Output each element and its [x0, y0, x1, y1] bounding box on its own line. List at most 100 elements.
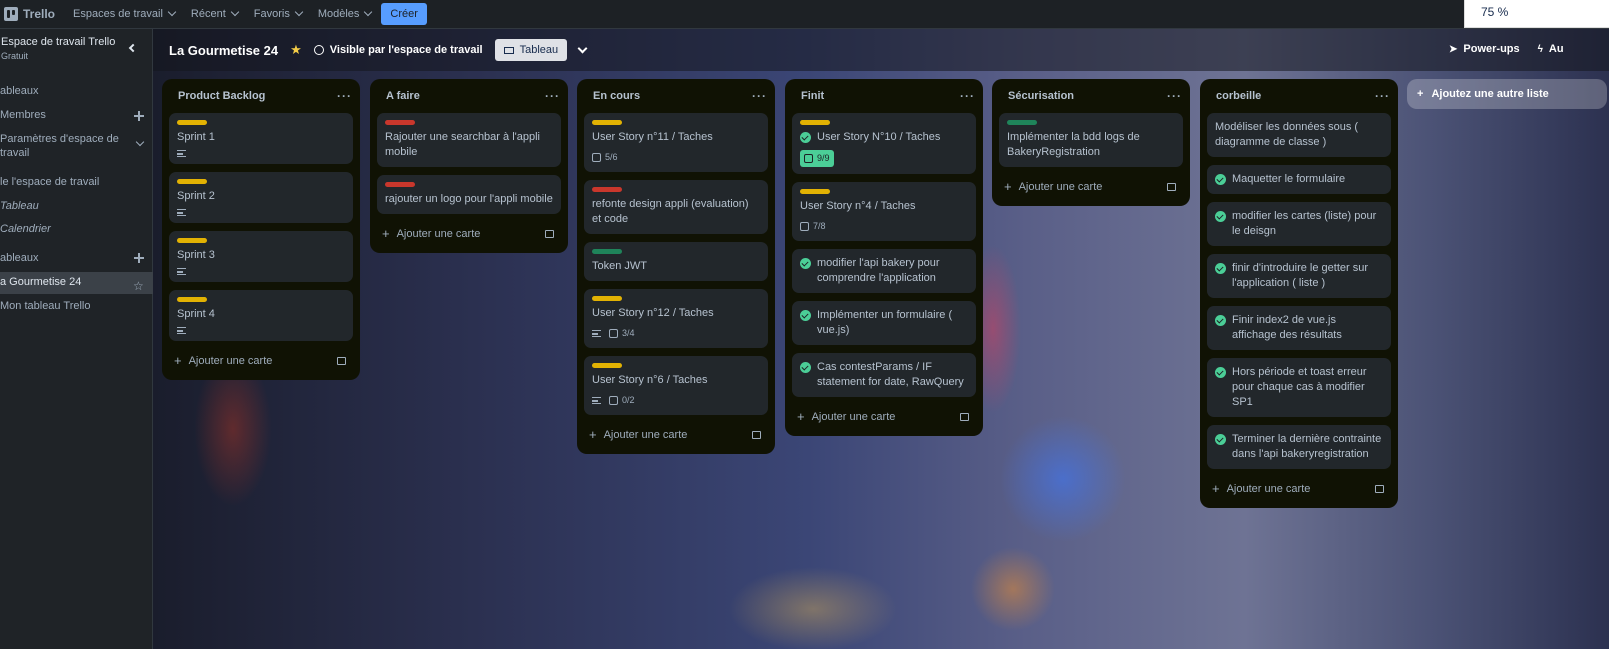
nav-templates[interactable]: Modèles: [318, 7, 373, 20]
add-card-button[interactable]: + Ajouter une carte: [382, 226, 480, 241]
card-title: refonte design appli (evaluation) et cod…: [592, 198, 749, 225]
checklist-icon: [800, 222, 809, 231]
more-options-icon[interactable]: ···: [1167, 89, 1182, 103]
template-icon[interactable]: [337, 356, 346, 365]
card[interactable]: Maquetter le formulaire: [1207, 165, 1391, 194]
sidebar-item-table-view[interactable]: Tableau: [0, 200, 39, 212]
more-options-icon[interactable]: ···: [960, 89, 975, 103]
card-title-row: Terminer la dernière contrainte dans l'a…: [1215, 432, 1383, 462]
sidebar-item-settings-line2: travail: [0, 147, 30, 159]
more-options-icon[interactable]: ···: [1375, 89, 1390, 103]
card[interactable]: Finir index2 de vue.js affichage des rés…: [1207, 306, 1391, 350]
automation-button[interactable]: ϟ Au: [1538, 43, 1564, 55]
powerups-button[interactable]: ➤ Power-ups: [1449, 43, 1520, 55]
card[interactable]: finir d'introduire le getter sur l'appli…: [1207, 254, 1391, 298]
card[interactable]: User Story n°6 / Taches 0/2: [584, 356, 768, 415]
description-icon: [592, 330, 601, 337]
card[interactable]: Terminer la dernière contrainte dans l'a…: [1207, 425, 1391, 469]
card-title: Modéliser les données sous ( diagramme d…: [1215, 121, 1359, 148]
create-button[interactable]: Créer: [381, 3, 427, 25]
card[interactable]: User Story n°12 / Taches 3/4: [584, 289, 768, 348]
view-switcher-button[interactable]: Tableau: [494, 39, 568, 61]
card[interactable]: Cas contestParams / IF statement for dat…: [792, 353, 976, 397]
check-circle-icon[interactable]: [800, 258, 811, 269]
star-icon[interactable]: ★: [290, 42, 302, 58]
check-circle-icon[interactable]: [1215, 174, 1226, 185]
sidebar-item-settings[interactable]: Paramètres d'espace de: [0, 133, 119, 145]
card[interactable]: Sprint 4: [169, 290, 353, 341]
add-member-icon[interactable]: [134, 111, 144, 121]
star-outline-icon[interactable]: ☆: [133, 279, 144, 293]
card[interactable]: modifier l'api bakery pour comprendre l'…: [792, 249, 976, 293]
check-circle-icon[interactable]: [1215, 434, 1226, 445]
people-icon: [313, 45, 324, 55]
template-icon[interactable]: [1375, 484, 1384, 493]
card-title-row: Hors période et toast erreur pour chaque…: [1215, 365, 1383, 410]
board-title[interactable]: La Gourmetise 24: [169, 43, 278, 58]
list-title[interactable]: Sécurisation: [1008, 90, 1074, 102]
card[interactable]: User Story n°4 / Taches 7/8: [792, 182, 976, 241]
check-circle-icon[interactable]: [1215, 263, 1226, 274]
check-circle-icon[interactable]: [800, 310, 811, 321]
list-title[interactable]: Finit: [801, 90, 824, 102]
card[interactable]: Sprint 3: [169, 231, 353, 282]
visibility-button[interactable]: Visible par l'espace de travail: [313, 44, 483, 56]
list-title[interactable]: Product Backlog: [178, 90, 265, 102]
template-icon[interactable]: [752, 430, 761, 439]
card[interactable]: modifier les cartes (liste) pour le deis…: [1207, 202, 1391, 246]
nav-workspaces[interactable]: Espaces de travail: [73, 7, 177, 20]
card[interactable]: Rajouter une searchbar à l'appli mobile: [377, 113, 561, 167]
card-title: Sprint 4: [177, 308, 215, 320]
sidebar-item-workspace-views: le l'espace de travail: [0, 176, 100, 188]
card-title: finir d'introduire le getter sur l'appli…: [1232, 262, 1368, 289]
template-icon[interactable]: [1167, 182, 1176, 191]
add-list-button[interactable]: + Ajoutez une autre liste: [1407, 79, 1607, 109]
more-options-icon[interactable]: ···: [337, 89, 352, 103]
add-card-button[interactable]: + Ajouter une carte: [797, 409, 895, 424]
sidebar-item-boards[interactable]: ableaux: [0, 85, 39, 97]
sidebar-item-board-mon-tableau[interactable]: Mon tableau Trello: [0, 300, 91, 312]
add-card-button[interactable]: + Ajouter une carte: [1212, 481, 1310, 496]
chevron-down-icon[interactable]: [135, 137, 145, 147]
list-header: Sécurisation ···: [992, 87, 1190, 105]
card-title: Sprint 1: [177, 131, 215, 143]
list-footer: + Ajouter une carte: [785, 405, 983, 436]
sidebar-item-members[interactable]: Membres: [0, 109, 46, 121]
card[interactable]: Sprint 2: [169, 172, 353, 223]
list-title[interactable]: A faire: [386, 90, 420, 102]
sidebar-item-board-gourmetise[interactable]: a Gourmetise 24 ☆: [0, 272, 153, 294]
more-options-icon[interactable]: ···: [545, 89, 560, 103]
list-title[interactable]: corbeille: [1216, 90, 1261, 102]
card[interactable]: Implémenter un formulaire ( vue.js): [792, 301, 976, 345]
checklist-icon: [609, 329, 618, 338]
more-options-icon[interactable]: ···: [752, 89, 767, 103]
card[interactable]: rajouter un logo pour l'appli mobile: [377, 175, 561, 214]
card[interactable]: Token JWT: [584, 242, 768, 281]
sidebar-item-calendar-view[interactable]: Calendrier: [0, 223, 51, 235]
card[interactable]: Modéliser les données sous ( diagramme d…: [1207, 113, 1391, 157]
trello-logo[interactable]: Trello: [4, 7, 55, 21]
nav-recent[interactable]: Récent: [191, 7, 240, 20]
card[interactable]: Implémenter la bdd logs de BakeryRegistr…: [999, 113, 1183, 167]
card[interactable]: Hors période et toast erreur pour chaque…: [1207, 358, 1391, 417]
add-card-button[interactable]: + Ajouter une carte: [589, 427, 687, 442]
check-circle-icon[interactable]: [1215, 315, 1226, 326]
check-circle-icon[interactable]: [800, 132, 811, 143]
template-icon[interactable]: [960, 412, 969, 421]
add-card-button[interactable]: + Ajouter une carte: [174, 353, 272, 368]
check-circle-icon[interactable]: [800, 362, 811, 373]
check-circle-icon[interactable]: [1215, 211, 1226, 222]
nav-favorites[interactable]: Favoris: [254, 7, 304, 20]
card[interactable]: User Story n°11 / Taches 5/6: [584, 113, 768, 172]
checklist-count: 3/4: [622, 328, 635, 338]
card[interactable]: User Story N°10 / Taches 9/9: [792, 113, 976, 174]
add-card-button[interactable]: + Ajouter une carte: [1004, 179, 1102, 194]
chevron-down-icon[interactable]: [577, 43, 588, 53]
list-footer: + Ajouter une carte: [992, 175, 1190, 206]
template-icon[interactable]: [545, 229, 554, 238]
card[interactable]: refonte design appli (evaluation) et cod…: [584, 180, 768, 234]
add-board-icon[interactable]: [134, 253, 144, 263]
check-circle-icon[interactable]: [1215, 367, 1226, 378]
list-title[interactable]: En cours: [593, 90, 640, 102]
card[interactable]: Sprint 1: [169, 113, 353, 164]
